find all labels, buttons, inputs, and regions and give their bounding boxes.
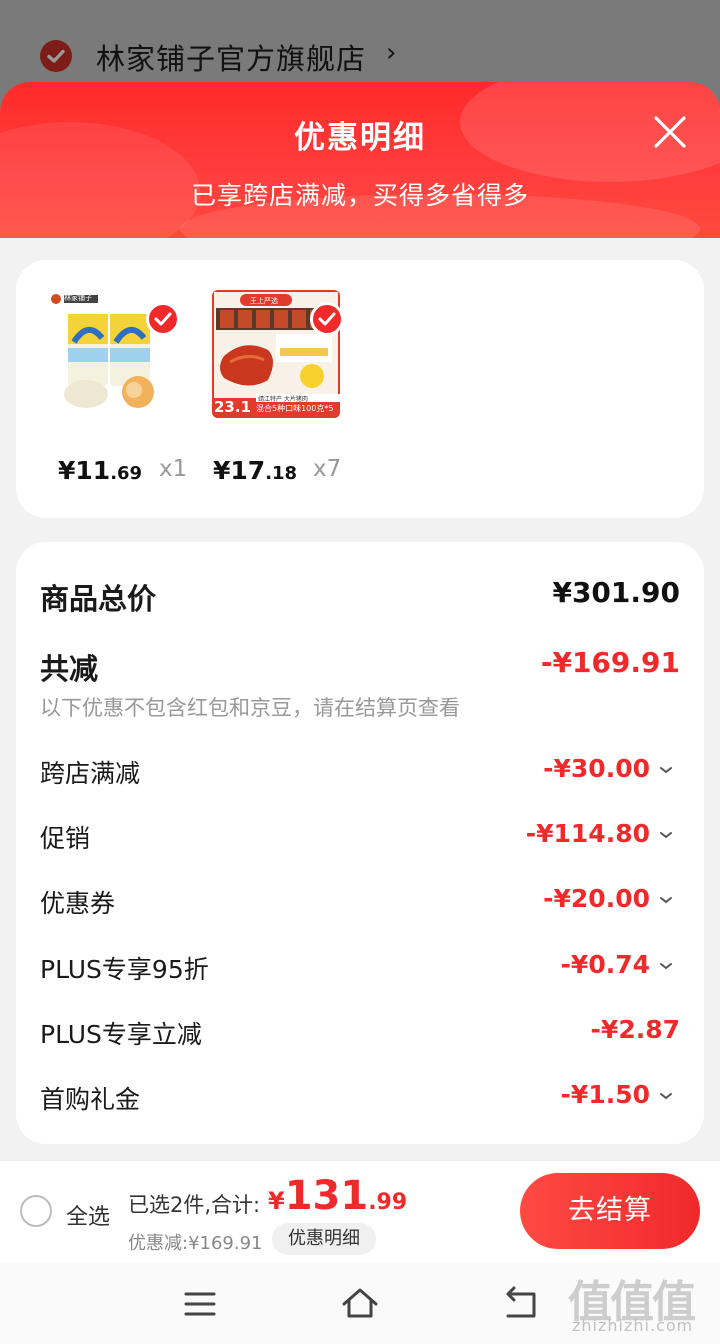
product-price: ¥17.18 — [213, 456, 298, 485]
product-quantity: x7 — [313, 456, 342, 482]
product-banner-text: 混合5种口味100克*5 — [256, 404, 334, 413]
discount-value: -¥2.87 — [590, 1015, 680, 1044]
selection-summary: 已选2件,合计: — [128, 1193, 261, 1217]
total-amount: ¥131.99 — [268, 1173, 408, 1219]
discount-value: -¥114.80 — [525, 819, 650, 848]
discount-label: 跨店满减 — [40, 759, 141, 788]
discount-detail-button[interactable]: 优惠明细 — [272, 1223, 376, 1255]
total-price-value: ¥301.90 — [552, 576, 680, 609]
store-check-icon[interactable] — [40, 40, 72, 72]
total-reduce-label: 共减 — [40, 652, 99, 686]
chevron-down-icon[interactable] — [656, 890, 676, 910]
discount-label: 首购礼金 — [40, 1085, 141, 1114]
store-chevron-icon[interactable]: › — [386, 38, 396, 68]
product-card: 林家铺子 ¥11.69 x1 王上严选 靖江特产 大片猪肉 23.1 混合5种口… — [16, 260, 704, 518]
discount-value: -¥20.00 — [543, 884, 650, 913]
discount-note: 以下优惠不包含红包和京豆，请在结算页查看 — [40, 696, 460, 720]
product-check-icon[interactable] — [310, 302, 344, 336]
sheet-subtitle: 已享跨店满减，买得多省得多 — [190, 181, 529, 210]
menu-icon[interactable] — [180, 1284, 220, 1324]
discount-value: -¥0.74 — [560, 950, 650, 979]
chevron-down-icon[interactable] — [656, 760, 676, 780]
product-brand: 王上严选 — [250, 297, 278, 305]
product-brand: 林家铺子 — [64, 294, 92, 302]
checkout-button[interactable]: 去结算 — [520, 1173, 700, 1249]
back-icon[interactable] — [500, 1284, 540, 1324]
discount-label: PLUS专享95折 — [40, 955, 209, 984]
select-all-label[interactable]: 全选 — [66, 1199, 110, 1231]
chevron-down-icon[interactable] — [656, 956, 676, 976]
discount-label: 优惠券 — [40, 889, 116, 918]
saved-amount: 优惠减:¥169.91 — [128, 1233, 263, 1254]
discount-label: 促销 — [40, 824, 91, 853]
product-subtext: 靖江特产 大片猪肉 — [258, 396, 308, 403]
select-all-radio[interactable] — [20, 1195, 52, 1227]
home-icon[interactable] — [340, 1284, 380, 1324]
total-reduce-value: -¥169.91 — [540, 646, 680, 679]
discount-breakdown-card: 商品总价 ¥301.90 共减 -¥169.91 以下优惠不包含红包和京豆，请在… — [16, 542, 704, 1144]
discount-value: -¥30.00 — [543, 754, 650, 783]
sheet-title: 优惠明细 — [294, 120, 426, 156]
store-name[interactable]: 林家铺子官方旗舰店 — [96, 36, 366, 78]
total-price-label: 商品总价 — [40, 582, 157, 616]
watermark: 值值值 zhizhizhi.com — [566, 1262, 720, 1344]
watermark-url: zhizhizhi.com — [572, 1316, 694, 1335]
product-banner-num: 23.1 — [214, 398, 252, 416]
discount-value: -¥1.50 — [560, 1080, 650, 1109]
product-item[interactable]: 林家铺子 — [46, 290, 180, 418]
discount-label: PLUS专享立减 — [40, 1020, 202, 1049]
chevron-down-icon[interactable] — [656, 825, 676, 845]
product-item[interactable]: 王上严选 靖江特产 大片猪肉 23.1 混合5种口味100克*5 — [212, 290, 344, 418]
close-icon[interactable] — [652, 114, 688, 150]
chevron-down-icon[interactable] — [656, 1086, 676, 1106]
product-quantity: x1 — [159, 456, 188, 482]
product-price: ¥11.69 — [58, 456, 143, 485]
checkout-bar: 全选 已选2件,合计: ¥131.99 优惠减:¥169.91 优惠明细 去结算 — [0, 1160, 720, 1262]
product-check-icon[interactable] — [146, 302, 180, 336]
discount-sheet-header: 优惠明细 已享跨店满减，买得多省得多 — [0, 82, 720, 238]
